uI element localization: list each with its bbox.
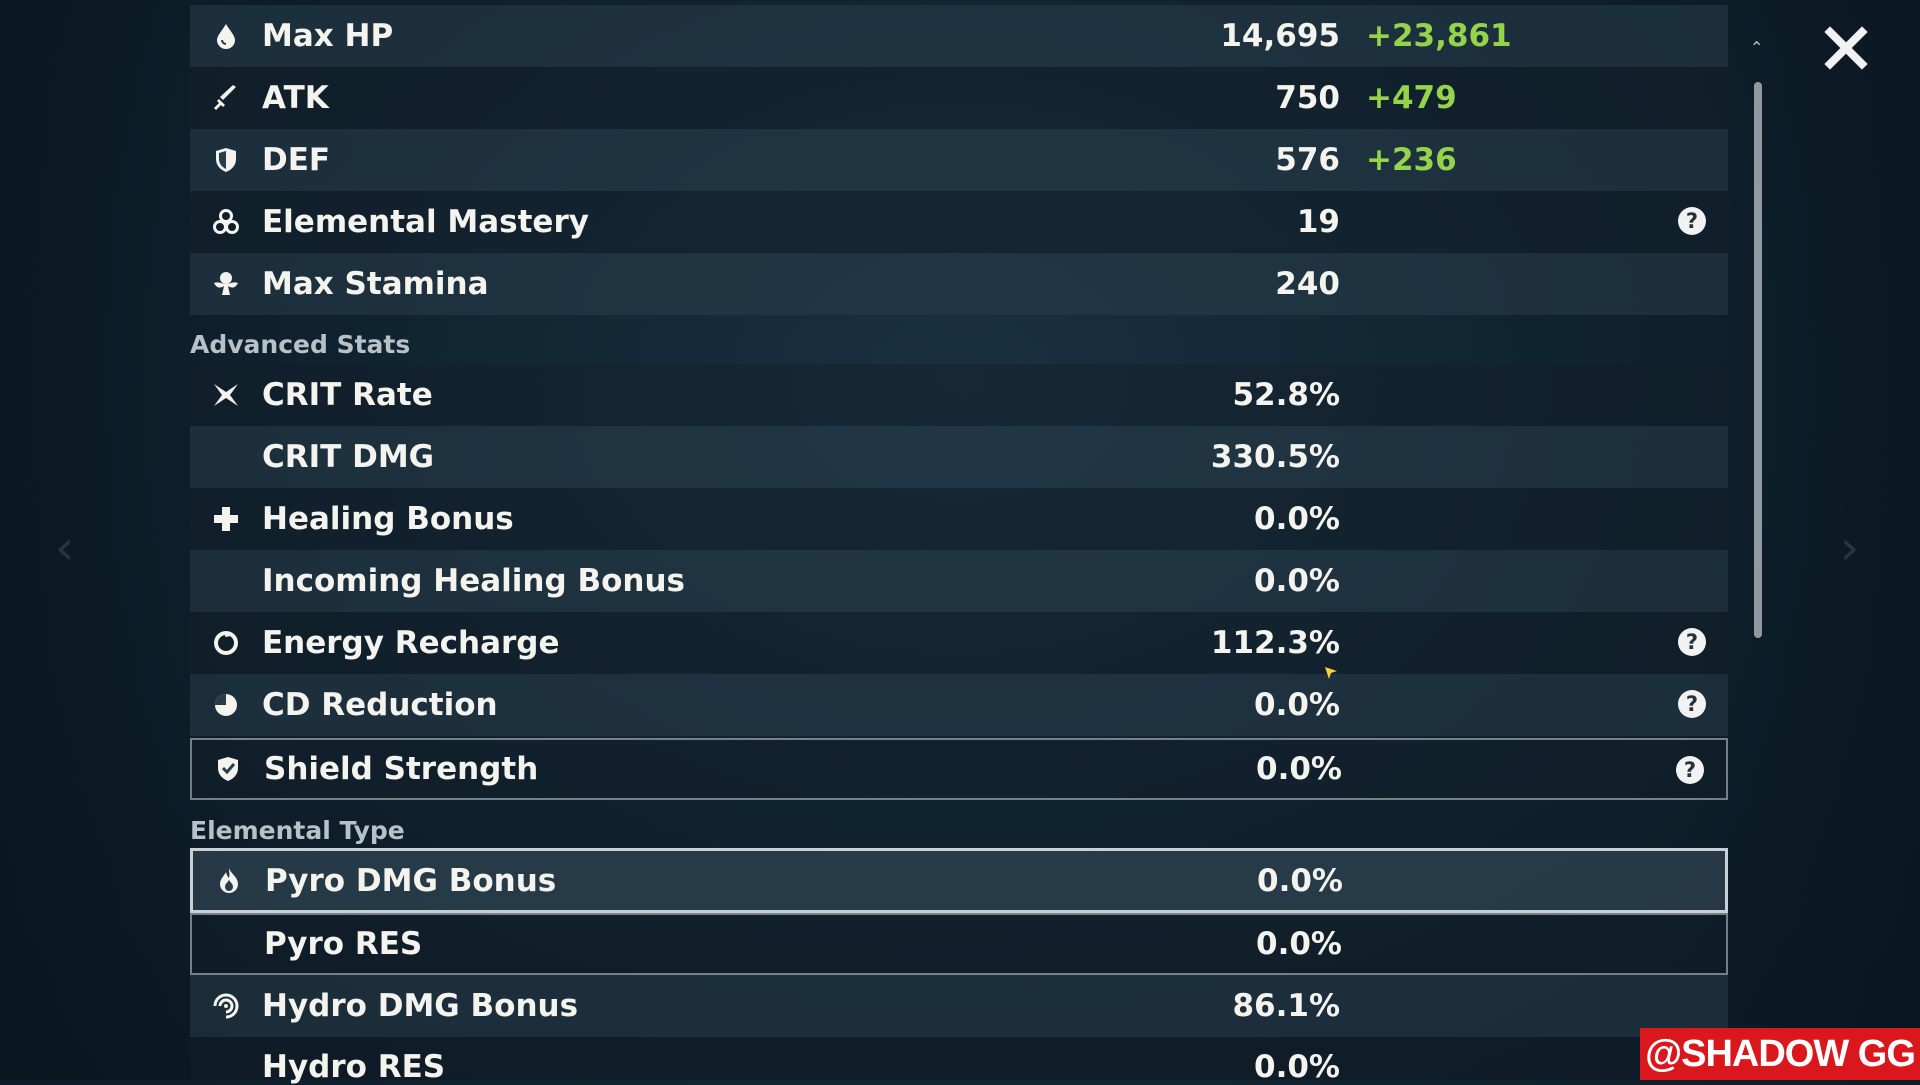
prev-arrow-icon[interactable]: ‹ xyxy=(55,520,74,576)
stat-value: 86.1% xyxy=(1232,988,1340,1024)
stat-row-healing-bonus: Healing Bonus 0.0% xyxy=(190,488,1728,550)
stat-value: 52.8% xyxy=(1232,377,1340,413)
help-icon[interactable]: ? xyxy=(1676,756,1704,784)
stat-value: 330.5% xyxy=(1210,439,1340,475)
stat-row-def: DEF 576 +236 xyxy=(190,129,1728,191)
stat-label: DEF xyxy=(262,142,331,178)
watermark: @SHADOW GG xyxy=(1640,1028,1920,1080)
shield-strength-icon xyxy=(192,754,264,784)
crit-star-icon xyxy=(190,380,262,410)
stat-value: 0.0% xyxy=(1256,926,1342,962)
elemental-mastery-icon xyxy=(190,207,262,237)
stamina-icon xyxy=(190,269,262,299)
close-icon xyxy=(1824,26,1868,70)
hp-drop-icon xyxy=(190,21,262,51)
stat-label: Max Stamina xyxy=(262,266,489,302)
stat-value: 0.0% xyxy=(1256,751,1342,787)
stat-row-energy-recharge: Energy Recharge 112.3% ? xyxy=(190,612,1728,674)
stat-row-atk: ATK 750 +479 xyxy=(190,67,1728,129)
stat-value: 0.0% xyxy=(1254,687,1340,723)
stat-value: 750 xyxy=(1275,80,1340,116)
cd-reduction-icon xyxy=(190,690,262,720)
help-icon[interactable]: ? xyxy=(1678,207,1706,235)
stat-bonus: +23,861 xyxy=(1366,18,1512,54)
stat-label: ATK xyxy=(262,80,329,116)
help-icon[interactable]: ? xyxy=(1678,628,1706,656)
stat-label: Elemental Mastery xyxy=(262,204,589,240)
stat-row-cd-reduction: CD Reduction 0.0% ? xyxy=(190,674,1728,736)
pyro-icon xyxy=(193,866,265,896)
stat-value: 19 xyxy=(1296,204,1340,240)
stat-row-crit-rate: CRIT Rate 52.8% xyxy=(190,364,1728,426)
stat-label: Max HP xyxy=(262,18,394,54)
stat-row-pyro-res: Pyro RES 0.0% xyxy=(190,913,1728,975)
stat-row-crit-dmg: CRIT DMG 330.5% xyxy=(190,426,1728,488)
stats-panel[interactable]: Max HP 14,695 +23,861 ATK 750 +479 DEF 5… xyxy=(190,0,1728,1085)
stat-value: 0.0% xyxy=(1254,563,1340,599)
help-icon[interactable]: ? xyxy=(1678,690,1706,718)
scroll-up-icon[interactable]: ⌃ xyxy=(1750,38,1763,57)
stat-label: CD Reduction xyxy=(262,687,498,723)
stat-value: 14,695 xyxy=(1220,18,1340,54)
stat-row-hydro-dmg: Hydro DMG Bonus 86.1% xyxy=(190,975,1728,1037)
section-title-advanced: Advanced Stats xyxy=(190,330,411,359)
energy-recharge-icon xyxy=(190,628,262,658)
stat-label: Energy Recharge xyxy=(262,625,560,661)
stat-value: 0.0% xyxy=(1254,501,1340,537)
stat-label: Pyro DMG Bonus xyxy=(265,862,557,899)
stat-row-hydro-res: Hydro RES 0.0% xyxy=(190,1037,1728,1085)
stat-row-pyro-dmg[interactable]: Pyro DMG Bonus 0.0% xyxy=(190,848,1728,913)
sword-icon xyxy=(190,83,262,113)
stat-label: CRIT Rate xyxy=(262,377,433,413)
section-title-elemental: Elemental Type xyxy=(190,816,405,845)
stat-label: Hydro DMG Bonus xyxy=(262,988,579,1024)
stat-label: CRIT DMG xyxy=(262,439,435,475)
hydro-icon xyxy=(190,991,262,1021)
stat-value: 0.0% xyxy=(1257,862,1343,899)
stat-row-max-hp: Max HP 14,695 +23,861 xyxy=(190,5,1728,67)
stat-row-elemental-mastery: Elemental Mastery 19 ? xyxy=(190,191,1728,253)
stat-value: 240 xyxy=(1275,266,1340,302)
healing-cross-icon xyxy=(190,504,262,534)
stat-label: Pyro RES xyxy=(264,926,423,962)
scrollbar[interactable] xyxy=(1754,82,1762,638)
scrollbar-thumb[interactable] xyxy=(1754,82,1762,638)
next-arrow-icon[interactable]: › xyxy=(1840,520,1859,576)
shield-icon xyxy=(190,145,262,175)
close-button[interactable] xyxy=(1822,24,1870,72)
stat-row-incoming-healing: Incoming Healing Bonus 0.0% xyxy=(190,550,1728,612)
stat-row-shield-strength: Shield Strength 0.0% ? xyxy=(190,738,1728,800)
stat-label: Incoming Healing Bonus xyxy=(262,563,685,599)
stat-label: Shield Strength xyxy=(264,751,539,787)
stat-value: 112.3% xyxy=(1210,625,1340,661)
cursor-icon xyxy=(1325,667,1337,679)
stat-value: 576 xyxy=(1275,142,1340,178)
stat-bonus: +236 xyxy=(1366,142,1457,178)
stat-label: Healing Bonus xyxy=(262,501,514,537)
stat-row-max-stamina: Max Stamina 240 xyxy=(190,253,1728,315)
stat-bonus: +479 xyxy=(1366,80,1457,116)
